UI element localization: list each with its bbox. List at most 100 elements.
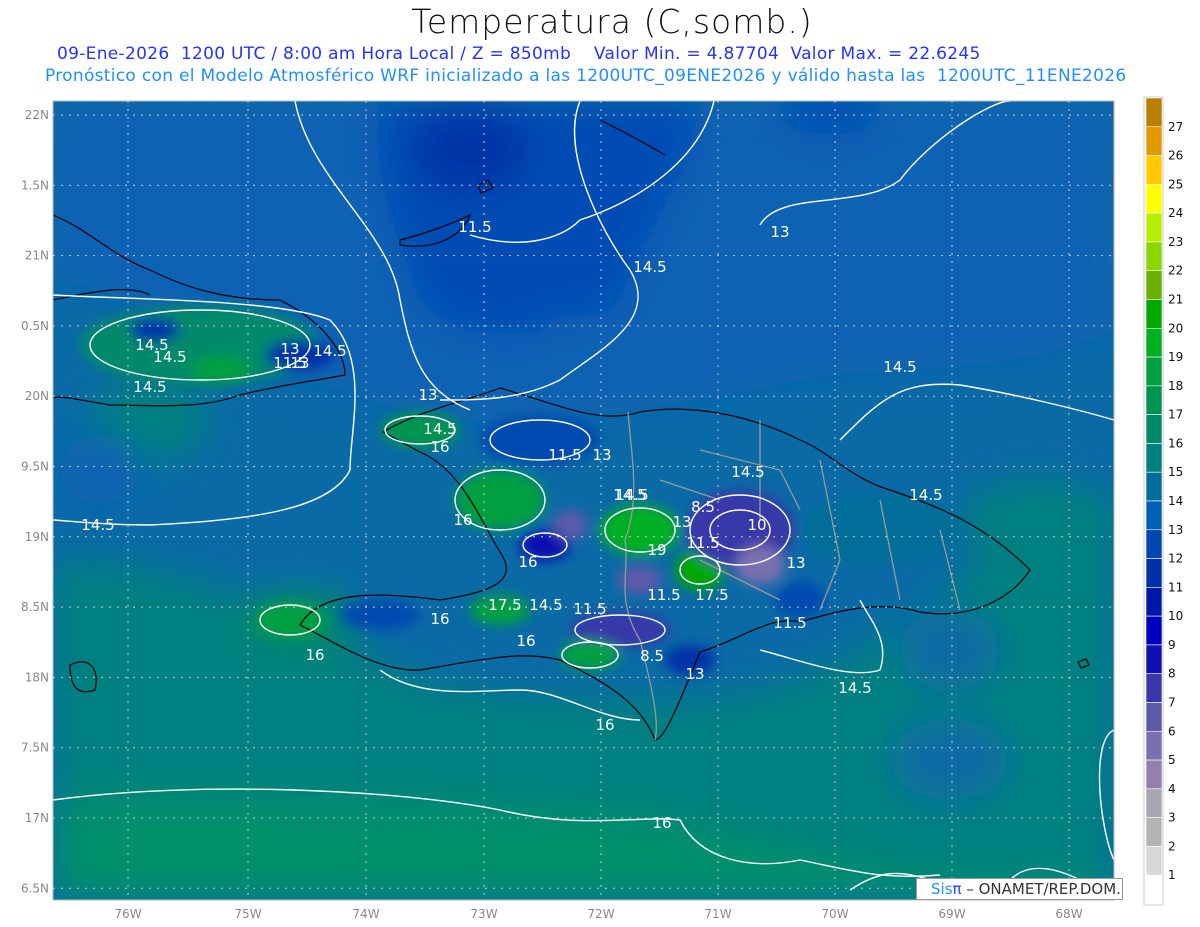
colorbar-label: 13 <box>1168 523 1183 537</box>
colorbar-swatch <box>1145 212 1163 243</box>
colorbar-label: 15 <box>1168 465 1183 479</box>
colorbar-swatch <box>1145 97 1163 128</box>
colorbar-swatch <box>1145 184 1163 214</box>
map-field: 11.5 13 14.5 14.5 13 14.5 14.5 13 11.5 14.5 14.5 14… <box>53 101 1114 900</box>
colorbar-swatch <box>1145 558 1163 588</box>
contour-label: 16 <box>430 610 449 628</box>
contour-label: 16 <box>518 553 537 571</box>
lat-tick-label: 8.5N <box>21 600 49 614</box>
contour-label: 13 <box>592 446 611 464</box>
contour-label: 13 <box>685 665 704 683</box>
contour-label: 14.5 <box>838 679 871 697</box>
colorbar-swatch <box>1145 874 1163 905</box>
lon-tick-label: 69W <box>938 907 965 921</box>
colorbar-label: 20 <box>1168 321 1183 335</box>
lon-tick-label: 74W <box>352 907 379 921</box>
temperature-map: 11.5 1314.514.5 1314.5 14.51311.5 14.514.514… <box>21 96 1183 921</box>
lon-tick-label: 68W <box>1055 907 1082 921</box>
contour-label: 13 <box>672 513 691 531</box>
colorbar-swatch <box>1145 327 1163 358</box>
contour-label: 14.5 <box>313 342 346 360</box>
colorbar-swatch <box>1145 587 1163 617</box>
contour-label: 16 <box>652 814 671 832</box>
lat-tick-label: 21N <box>25 249 49 263</box>
colorbar-swatch <box>1145 788 1163 818</box>
contour-label: 11.5 <box>573 600 606 618</box>
contour-label: 8.5 <box>640 647 664 665</box>
credit-text: – ONAMET/REP.DOM. <box>961 880 1121 898</box>
colorbar-label: 26 <box>1168 149 1183 163</box>
lat-tick-label: 1.5N <box>21 178 49 192</box>
lat-tick-label: 9.5N <box>21 460 49 474</box>
contour-label: 14.5 <box>423 420 456 438</box>
colorbar-label: 4 <box>1168 782 1176 796</box>
lon-tick-label: 71W <box>704 907 731 921</box>
contour-label: 10 <box>747 516 766 534</box>
lon-tick-label: 72W <box>587 907 614 921</box>
lon-tick-label: 75W <box>234 907 261 921</box>
colorbar: 2726252423222120191817161514131211109876… <box>1145 97 1183 905</box>
contour-label: 16 <box>453 511 472 529</box>
colorbar-swatch <box>1145 615 1163 646</box>
colorbar-swatch <box>1145 644 1163 675</box>
colorbar-label: 8 <box>1168 667 1176 681</box>
credit-logo: Sisπ – ONAMET/REP.DOM. <box>916 878 1123 900</box>
colorbar-swatch <box>1145 500 1163 531</box>
colorbar-label: 1 <box>1168 868 1176 882</box>
contour-label: 11.5 <box>647 586 680 604</box>
contour-label: 16 <box>430 438 449 456</box>
contour-label: 14.5 <box>529 596 562 614</box>
colorbar-label: 17 <box>1168 408 1183 422</box>
contour-label: 11.5 <box>458 218 491 236</box>
colorbar-label: 9 <box>1168 638 1176 652</box>
colorbar-swatch <box>1145 155 1163 185</box>
colorbar-label: 16 <box>1168 436 1183 450</box>
contour-label: 16 <box>305 646 324 664</box>
lat-tick-label: 17N <box>25 811 49 825</box>
contour-label: 14.5 <box>731 463 764 481</box>
colorbar-label: 12 <box>1168 552 1183 566</box>
lat-tick-label: 7.5N <box>21 741 49 755</box>
colorbar-swatch <box>1145 299 1163 329</box>
lat-tick-label: 6.5N <box>21 881 49 895</box>
colorbar-swatch <box>1145 471 1163 502</box>
colorbar-label: 25 <box>1168 177 1183 191</box>
contour-label: 11.5 <box>273 354 306 372</box>
contour-label: 11.5 <box>773 614 806 632</box>
colorbar-swatch <box>1145 673 1163 703</box>
colorbar-label: 22 <box>1168 264 1183 278</box>
credit-brand-pi: π <box>952 880 962 898</box>
colorbar-label: 21 <box>1168 293 1183 307</box>
colorbar-swatch <box>1145 730 1163 761</box>
colorbar-label: 7 <box>1168 696 1176 710</box>
contour-label: 8.5 <box>691 498 715 516</box>
lon-tick-label: 73W <box>470 907 497 921</box>
colorbar-swatch <box>1145 846 1163 876</box>
lat-tick-label: 22N <box>25 108 49 122</box>
colorbar-label: 2 <box>1168 839 1176 853</box>
contour-label: 11.5 <box>548 446 581 464</box>
contour-label: 14.5 <box>613 486 646 504</box>
contour-label: 14.5 <box>153 348 186 366</box>
credit-brand-sis: Sis <box>931 880 953 898</box>
lat-tick-label: 18N <box>25 670 49 684</box>
colorbar-swatch <box>1145 356 1163 387</box>
lat-tick-label: 20N <box>25 389 49 403</box>
contour-label: 13 <box>418 386 437 404</box>
colorbar-swatch <box>1145 759 1163 790</box>
colorbar-swatch <box>1145 529 1163 559</box>
colorbar-label: 18 <box>1168 379 1183 393</box>
colorbar-label: 6 <box>1168 724 1176 738</box>
contour-label: 13 <box>786 554 805 572</box>
colorbar-swatch <box>1145 817 1163 847</box>
colorbar-label: 27 <box>1168 120 1183 134</box>
colorbar-swatch <box>1145 385 1163 415</box>
lat-tick-label: 19N <box>25 530 49 544</box>
colorbar-label: 14 <box>1168 494 1183 508</box>
colorbar-label: 5 <box>1168 753 1176 767</box>
contour-label: 17.5 <box>488 596 521 614</box>
colorbar-swatch <box>1145 241 1163 272</box>
lat-tick-label: 0.5N <box>21 319 49 333</box>
contour-label: 19 <box>647 541 666 559</box>
colorbar-label: 10 <box>1168 609 1183 623</box>
